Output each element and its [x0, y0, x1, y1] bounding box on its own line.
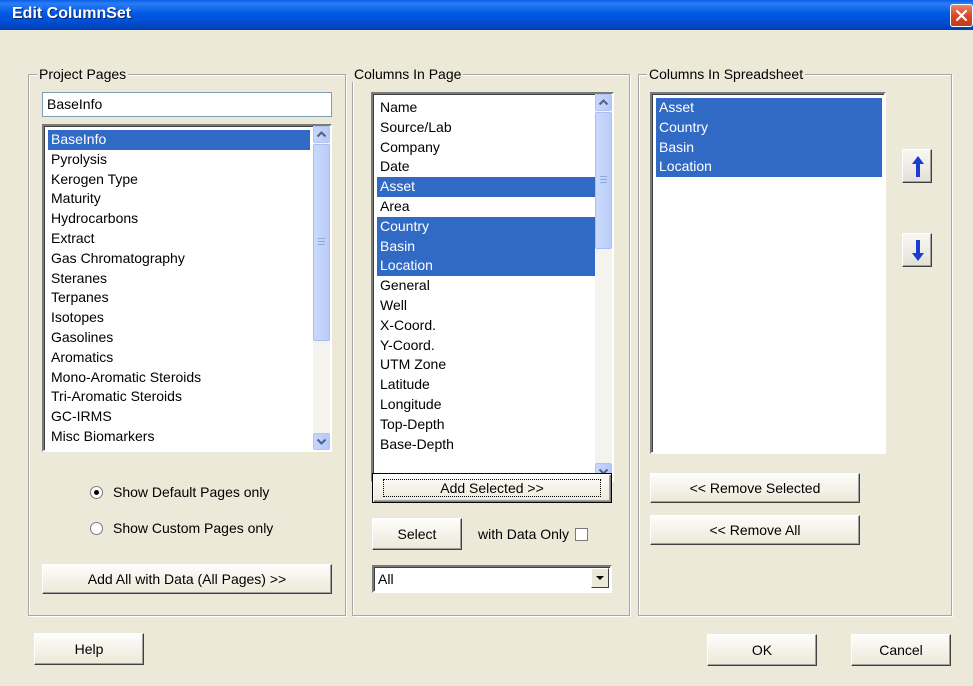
list-item[interactable]: Kerogen Type	[48, 170, 310, 190]
list-item[interactable]: General	[377, 276, 595, 296]
cancel-button[interactable]: Cancel	[851, 634, 951, 666]
list-item[interactable]: Location	[656, 157, 882, 178]
list-item[interactable]: BaseInfo	[48, 130, 310, 150]
list-item[interactable]: Basin	[377, 236, 595, 257]
list-item[interactable]: Maturity	[48, 189, 310, 209]
list-item[interactable]: UTM Zone	[377, 355, 595, 375]
add-selected-button[interactable]: Add Selected >>	[372, 473, 612, 503]
list-item[interactable]: Steranes	[48, 269, 310, 289]
list-item[interactable]: Y-Coord.	[377, 336, 595, 356]
list-item[interactable]: Pyrolysis	[48, 150, 310, 170]
project-pages-legend: Project Pages	[37, 66, 129, 82]
columns-in-page-list[interactable]: Name Source/Lab Company Date Asset Area Countr…	[371, 92, 614, 482]
columns-in-page-legend: Columns In Page	[352, 66, 464, 82]
with-data-only-option[interactable]: with Data Only	[478, 526, 589, 542]
move-up-button[interactable]	[902, 149, 932, 183]
radio-custom-label: Show Custom Pages only	[113, 520, 274, 536]
up-arrow-icon	[912, 156, 924, 177]
remove-all-button[interactable]: << Remove All	[650, 515, 860, 545]
list-item[interactable]: Location	[377, 256, 595, 277]
list-item[interactable]: Name	[377, 98, 595, 118]
project-page-input[interactable]: BaseInfo	[42, 92, 332, 117]
list-item[interactable]: Country	[377, 216, 595, 237]
list-item[interactable]: Company	[377, 138, 595, 158]
list-item[interactable]: Mono-Aromatic Steroids	[48, 368, 310, 388]
list-item[interactable]: X-Coord.	[377, 316, 595, 336]
list-item[interactable]: Date	[377, 157, 595, 177]
list-item[interactable]: Latitude	[377, 375, 595, 395]
columns-in-spreadsheet-legend: Columns In Spreadsheet	[647, 66, 806, 82]
filter-dropdown[interactable]: All	[372, 565, 612, 593]
with-data-only-checkbox[interactable]	[575, 527, 589, 541]
list-item[interactable]: Aromatics	[48, 348, 310, 368]
columns-in-spreadsheet-list[interactable]: Asset Country Basin Location	[650, 92, 886, 454]
list-item[interactable]: Source/Lab	[377, 118, 595, 138]
show-default-pages-radio[interactable]: Show Default Pages only	[90, 484, 269, 500]
edit-columnset-dialog: Edit ColumnSet Project Pages BaseInfo Ba…	[0, 0, 973, 686]
radio-default-label: Show Default Pages only	[113, 484, 270, 500]
close-icon[interactable]	[950, 4, 973, 27]
list-item[interactable]: Tri-Aromatic Steroids	[48, 387, 310, 407]
radio-custom-indicator[interactable]	[90, 521, 103, 535]
project-pages-scrollbar[interactable]	[313, 126, 330, 450]
add-all-with-data-button[interactable]: Add All with Data (All Pages) >>	[42, 564, 332, 594]
list-item[interactable]: Basin	[656, 137, 882, 158]
show-custom-pages-radio[interactable]: Show Custom Pages only	[90, 520, 273, 536]
select-button[interactable]: Select	[372, 518, 462, 550]
dialog-body: Project Pages BaseInfo BaseInfo Pyrolysis…	[8, 30, 965, 678]
window-title: Edit ColumnSet	[12, 5, 132, 22]
with-data-only-label: with Data Only	[478, 526, 570, 542]
list-item[interactable]: Area	[377, 197, 595, 217]
scroll-thumb[interactable]	[595, 112, 612, 249]
down-arrow-icon	[912, 240, 924, 261]
list-item[interactable]: Asset	[656, 98, 882, 118]
list-item[interactable]: GC-IRMS	[48, 407, 310, 427]
filter-value: All	[378, 571, 394, 587]
title-bar[interactable]: Edit ColumnSet	[0, 0, 973, 30]
add-selected-label: Add Selected >>	[383, 479, 601, 497]
list-item[interactable]: Longitude	[377, 395, 595, 415]
list-item[interactable]: Gasolines	[48, 328, 310, 348]
remove-selected-button[interactable]: << Remove Selected	[650, 473, 860, 503]
scroll-up-icon[interactable]	[313, 126, 330, 143]
scroll-down-icon[interactable]	[313, 433, 330, 450]
help-button[interactable]: Help	[34, 633, 144, 665]
list-item[interactable]: Base-Depth	[377, 435, 595, 455]
list-item[interactable]: Country	[656, 117, 882, 138]
list-item[interactable]: Hydrocarbons	[48, 209, 310, 229]
list-item[interactable]: Misc Biomarkers	[48, 427, 310, 447]
list-item[interactable]: Top-Depth	[377, 415, 595, 435]
list-item[interactable]: Well	[377, 296, 595, 316]
list-item[interactable]: Terpanes	[48, 288, 310, 308]
move-down-button[interactable]	[902, 233, 932, 267]
list-item[interactable]: Asset	[377, 177, 595, 197]
project-pages-list[interactable]: BaseInfo Pyrolysis Kerogen Type Maturity Hyd…	[42, 124, 332, 452]
ok-button[interactable]: OK	[707, 634, 817, 666]
list-item[interactable]: Isotopes	[48, 308, 310, 328]
list-item[interactable]: Extract	[48, 229, 310, 249]
dropdown-arrow-icon[interactable]	[591, 568, 609, 588]
scroll-up-icon[interactable]	[595, 94, 612, 111]
columns-in-page-scrollbar[interactable]	[595, 94, 612, 480]
radio-default-indicator[interactable]	[90, 485, 103, 499]
scroll-thumb[interactable]	[313, 144, 330, 341]
list-item[interactable]: Gas Chromatography	[48, 249, 310, 269]
